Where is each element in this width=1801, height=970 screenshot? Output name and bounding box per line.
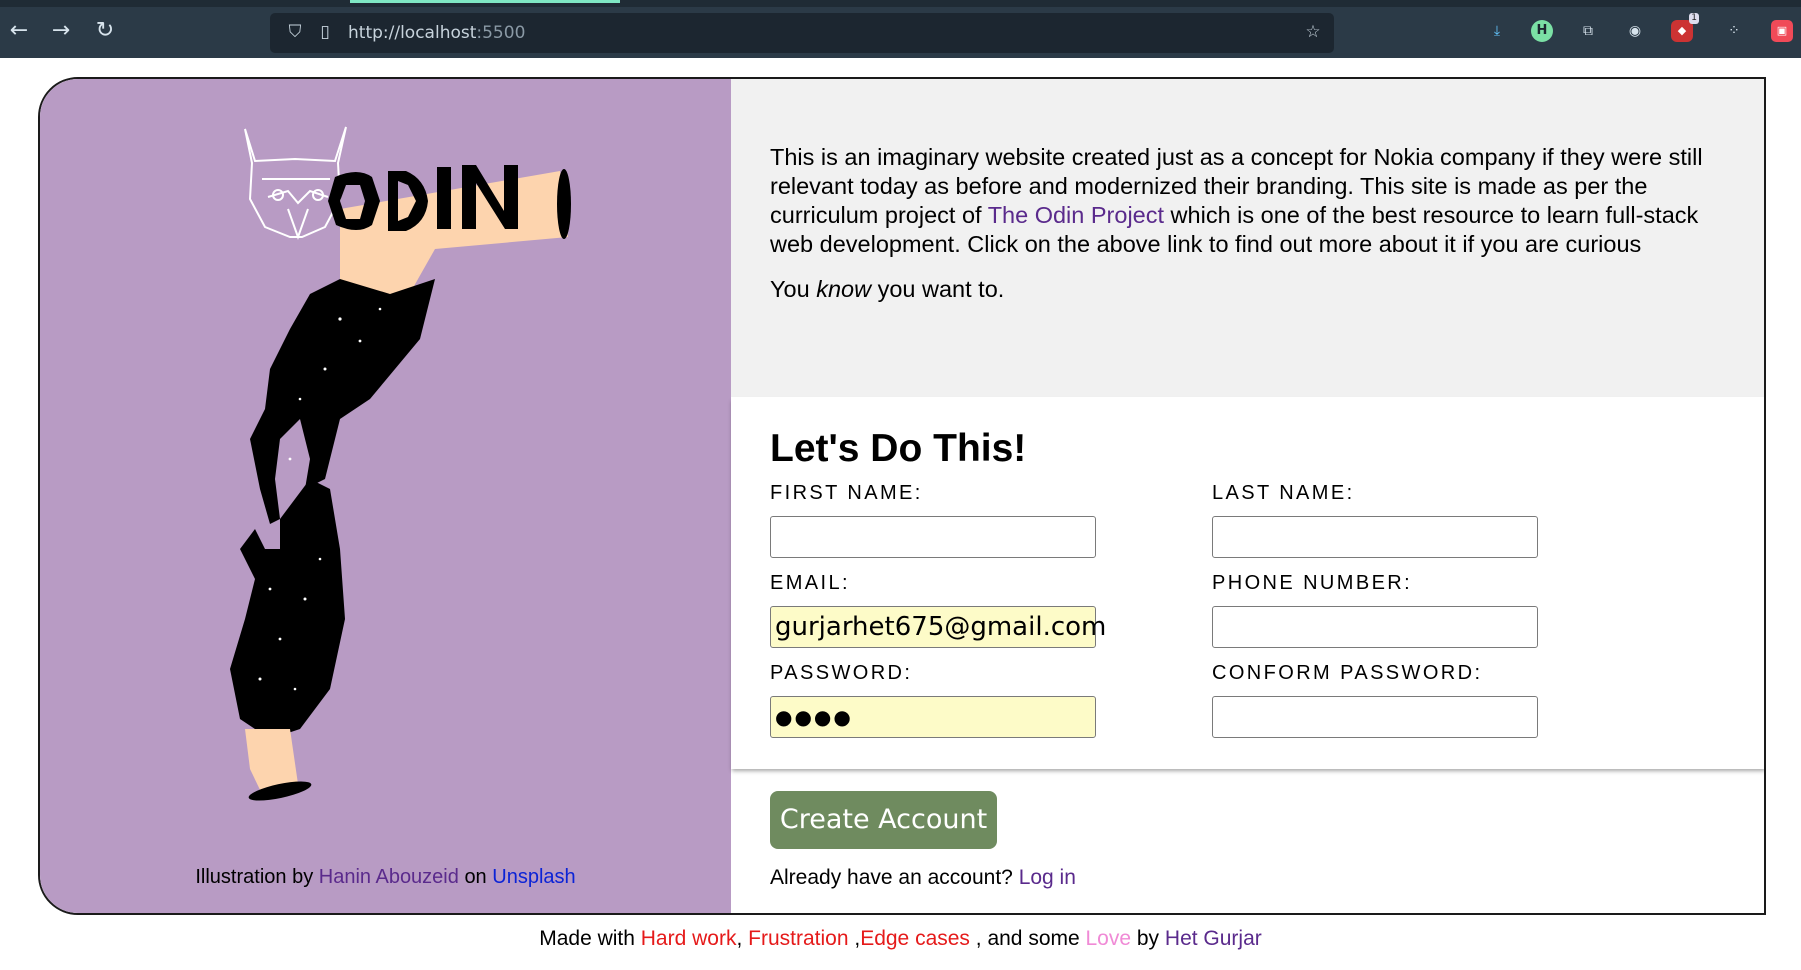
intro-paragraph: This is an imaginary website created jus… (770, 143, 1730, 259)
signup-content: This is an imaginary website created jus… (731, 79, 1764, 913)
password-label: PASSWORD: (770, 662, 913, 684)
last-name-input[interactable] (1212, 516, 1538, 558)
footer-text-3: , (848, 927, 861, 950)
download-icon[interactable]: ⤓ (1486, 20, 1508, 42)
back-icon[interactable]: ← (6, 18, 32, 44)
browser-toolbar: ← → ↻ ⛉ ▯ http://localhost:5500 ☆ ⤓ H ⧉ … (0, 0, 1801, 58)
tagline-text-1: You (770, 276, 817, 302)
tab-strip (0, 0, 1801, 7)
address-bar[interactable]: ⛉ ▯ http://localhost:5500 ☆ (270, 13, 1334, 53)
login-prompt: Already have an account? Log in (770, 866, 1076, 890)
tagline-text-2: you want to. (871, 276, 1005, 302)
extension-pink-icon[interactable]: ▣ (1771, 20, 1793, 42)
first-name-input[interactable] (770, 516, 1096, 558)
phone-label: PHONE NUMBER: (1212, 572, 1413, 594)
url-host: http://localhost (348, 23, 477, 43)
credit-site-link[interactable]: Unsplash (492, 866, 575, 888)
url-port: :5500 (476, 23, 526, 43)
credit-author-link[interactable]: Hanin Abouzeid (319, 866, 459, 888)
extension-face-icon[interactable]: ◉ (1624, 20, 1646, 42)
tagline-emphasis: know (816, 276, 872, 302)
footer-love: Love (1085, 927, 1132, 950)
phone-input[interactable] (1212, 606, 1538, 648)
footer-frustration: Frustration (748, 927, 849, 950)
extensions-puzzle-icon[interactable]: ⧉ (1577, 20, 1599, 42)
active-tab-indicator[interactable] (350, 0, 620, 3)
illustration-credit: Illustration by Hanin Abouzeid on Unspla… (40, 866, 731, 889)
credit-prefix: Illustration by (195, 866, 314, 888)
footer-text-4: , and some (969, 927, 1086, 950)
confirm-password-input[interactable] (1212, 696, 1538, 738)
forward-icon[interactable]: → (48, 18, 74, 44)
footer-author-link[interactable]: Het Gurjar (1165, 927, 1262, 950)
intro-section: This is an imaginary website created jus… (731, 79, 1764, 397)
page-footer: Made with Hard work, Frustration ,Edge c… (0, 927, 1801, 951)
illustration-panel: Illustration by Hanin Abouzeid on Unspla… (40, 79, 731, 913)
login-link[interactable]: Log in (1019, 866, 1076, 889)
password-input[interactable]: ●●●● (770, 696, 1096, 738)
credit-middle: on (464, 866, 487, 888)
hands-illustration (230, 126, 571, 801)
page-icon[interactable]: ▯ (314, 21, 336, 43)
upper-hand (250, 279, 435, 524)
odin-helmet-logo (244, 126, 347, 240)
create-account-button[interactable]: Create Account (770, 791, 997, 849)
email-input[interactable]: gurjarhet675@gmail.com (770, 606, 1106, 648)
extension-h-icon[interactable]: H (1531, 20, 1553, 42)
signup-card: Illustration by Hanin Abouzeid on Unspla… (38, 77, 1766, 915)
confirm-password-label: CONFORM PASSWORD: (1212, 662, 1483, 684)
footer-edge-cases: Edge cases (860, 927, 970, 950)
shield-icon[interactable]: ⛉ (284, 21, 306, 43)
footer-text-2: , (736, 927, 749, 950)
footer-text-1: Made with (539, 927, 641, 950)
odin-project-link[interactable]: The Odin Project (988, 202, 1164, 228)
intro-tagline: You know you want to. (770, 275, 1728, 304)
password-group: PASSWORD: ●●●● (770, 662, 1100, 738)
last-name-group: LAST NAME: (1212, 482, 1542, 558)
login-prompt-text: Already have an account? (770, 866, 1013, 889)
footer-text-5: by (1131, 927, 1165, 950)
footer-hard-work: Hard work (640, 927, 737, 950)
first-name-label: FIRST NAME: (770, 482, 923, 504)
bookmark-star-icon[interactable]: ☆ (1302, 21, 1324, 43)
reload-icon[interactable]: ↻ (92, 18, 118, 44)
ublock-icon[interactable]: ◆ 1 (1671, 13, 1699, 42)
form-title: Let's Do This! (770, 427, 1027, 470)
email-group: EMAIL: gurjarhet675@gmail.com (770, 572, 1106, 648)
phone-group: PHONE NUMBER: (1212, 572, 1542, 648)
loading-icon[interactable]: ⁘ (1723, 20, 1745, 42)
url-text[interactable]: http://localhost:5500 (348, 23, 525, 43)
confirm-password-group: CONFORM PASSWORD: (1212, 662, 1542, 738)
signup-form: Let's Do This! FIRST NAME: LAST NAME: EM… (731, 397, 1764, 769)
lower-hand (230, 479, 345, 739)
email-label: EMAIL: (770, 572, 850, 594)
extension-badge: 1 (1689, 13, 1699, 24)
last-name-label: LAST NAME: (1212, 482, 1355, 504)
first-name-group: FIRST NAME: (770, 482, 1100, 558)
